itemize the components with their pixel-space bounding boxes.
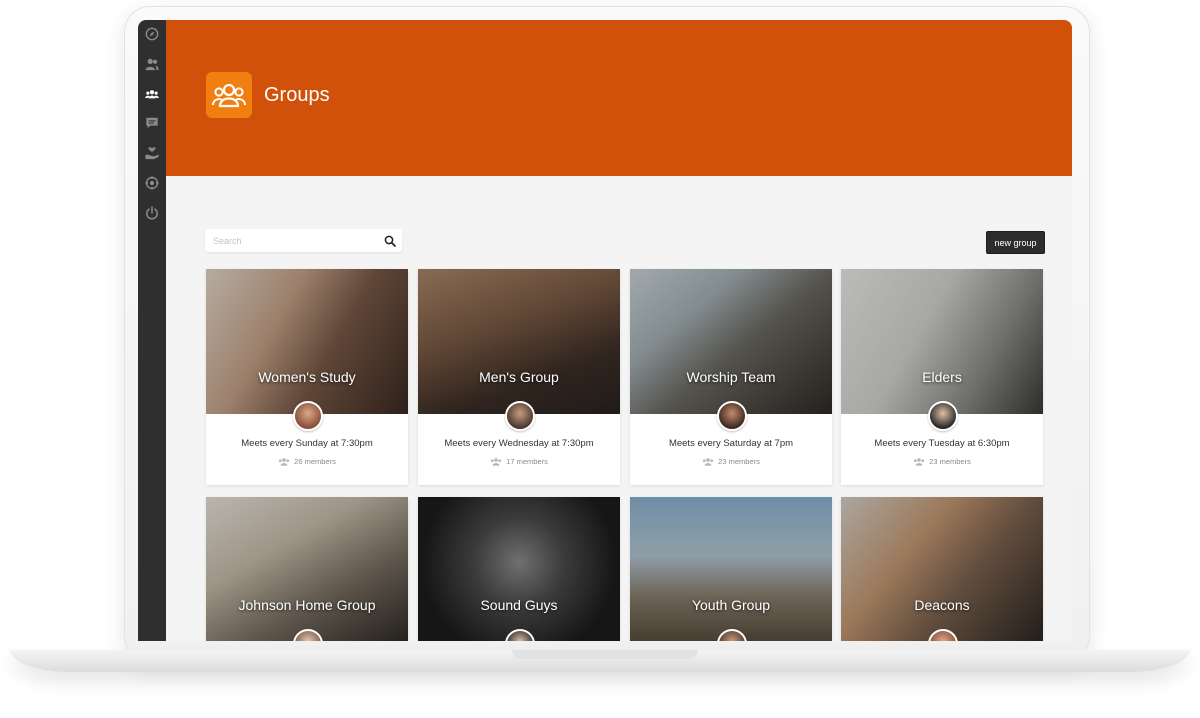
member-count: 17 members bbox=[418, 457, 620, 466]
meeting-time: Meets every Wednesday at 7:30pm bbox=[444, 438, 594, 449]
sidebar-item-people[interactable] bbox=[138, 53, 166, 75]
group-name: Deacons bbox=[914, 597, 970, 613]
group-name: Youth Group bbox=[691, 597, 771, 613]
donate-icon bbox=[145, 147, 159, 160]
group-card-johnson-home-group[interactable]: Johnson Home Group bbox=[206, 497, 408, 641]
group-card-mens-group[interactable]: Men's Group Meets every Wednesday at 7:3… bbox=[418, 269, 620, 485]
members-icon bbox=[703, 458, 714, 466]
member-count: 23 members bbox=[841, 457, 1043, 466]
members-icon bbox=[914, 458, 925, 466]
avatar bbox=[505, 401, 535, 431]
app-screen: Groups new group Women's Study Meets eve… bbox=[138, 20, 1072, 641]
meeting-time: Meets every Tuesday at 6:30pm bbox=[874, 438, 1010, 449]
avatar bbox=[293, 401, 323, 431]
compass-icon bbox=[145, 27, 159, 41]
search-icon[interactable] bbox=[384, 234, 396, 252]
member-count-text: 17 members bbox=[506, 457, 548, 466]
avatar bbox=[717, 401, 747, 431]
sidebar-item-explore[interactable] bbox=[138, 23, 166, 45]
sidebar bbox=[138, 20, 170, 641]
member-count-text: 23 members bbox=[718, 457, 760, 466]
group-name: Sound Guys bbox=[480, 597, 558, 613]
search-box[interactable] bbox=[205, 229, 402, 252]
page-header: Groups bbox=[166, 20, 1072, 176]
members-icon bbox=[491, 458, 502, 466]
group-name: Elders bbox=[922, 369, 962, 385]
sidebar-item-giving[interactable] bbox=[138, 142, 166, 164]
meeting-time: Meets every Saturday at 7pm bbox=[668, 438, 794, 449]
group-icon bbox=[212, 83, 246, 108]
member-count: 26 members bbox=[206, 457, 408, 466]
group-photo: Elders bbox=[841, 269, 1043, 414]
settings-icon bbox=[145, 176, 159, 190]
group-card-worship-team[interactable]: Worship Team Meets every Saturday at 7pm… bbox=[630, 269, 832, 485]
search-input[interactable] bbox=[205, 229, 381, 252]
group-card-elders[interactable]: Elders Meets every Tuesday at 6:30pm 23 … bbox=[841, 269, 1043, 485]
group-photo: Women's Study bbox=[206, 269, 408, 414]
laptop-notch bbox=[512, 650, 698, 659]
new-group-button[interactable]: new group bbox=[986, 231, 1045, 254]
sidebar-item-groups[interactable] bbox=[138, 83, 170, 109]
member-count-text: 26 members bbox=[294, 457, 336, 466]
group-photo: Youth Group bbox=[630, 497, 832, 641]
sidebar-item-logout[interactable] bbox=[138, 202, 166, 224]
sidebar-item-settings[interactable] bbox=[138, 172, 166, 194]
member-count-text: 23 members bbox=[929, 457, 971, 466]
users-icon bbox=[145, 58, 159, 71]
power-icon bbox=[146, 206, 158, 220]
groups-header-badge bbox=[206, 72, 252, 118]
group-photo: Johnson Home Group bbox=[206, 497, 408, 641]
group-card-womens-study[interactable]: Women's Study Meets every Sunday at 7:30… bbox=[206, 269, 408, 485]
group-card-sound-guys[interactable]: Sound Guys bbox=[418, 497, 620, 641]
group-card-youth-group[interactable]: Youth Group bbox=[630, 497, 832, 641]
sidebar-item-messages[interactable] bbox=[138, 112, 166, 134]
group-photo: Men's Group bbox=[418, 269, 620, 414]
group-name: Johnson Home Group bbox=[238, 597, 376, 613]
group-card-deacons[interactable]: Deacons bbox=[841, 497, 1043, 641]
group-name: Men's Group bbox=[479, 369, 559, 385]
meeting-time: Meets every Sunday at 7:30pm bbox=[241, 438, 373, 449]
group-photo: Deacons bbox=[841, 497, 1043, 641]
member-count: 23 members bbox=[630, 457, 832, 466]
group-name: Women's Study bbox=[258, 369, 356, 385]
avatar bbox=[928, 401, 958, 431]
group-photo: Worship Team bbox=[630, 269, 832, 414]
group-photo: Sound Guys bbox=[418, 497, 620, 641]
members-icon bbox=[279, 458, 290, 466]
group-name: Worship Team bbox=[686, 369, 776, 385]
page-title: Groups bbox=[264, 84, 330, 106]
group-icon bbox=[145, 90, 159, 99]
chat-icon bbox=[146, 117, 158, 129]
